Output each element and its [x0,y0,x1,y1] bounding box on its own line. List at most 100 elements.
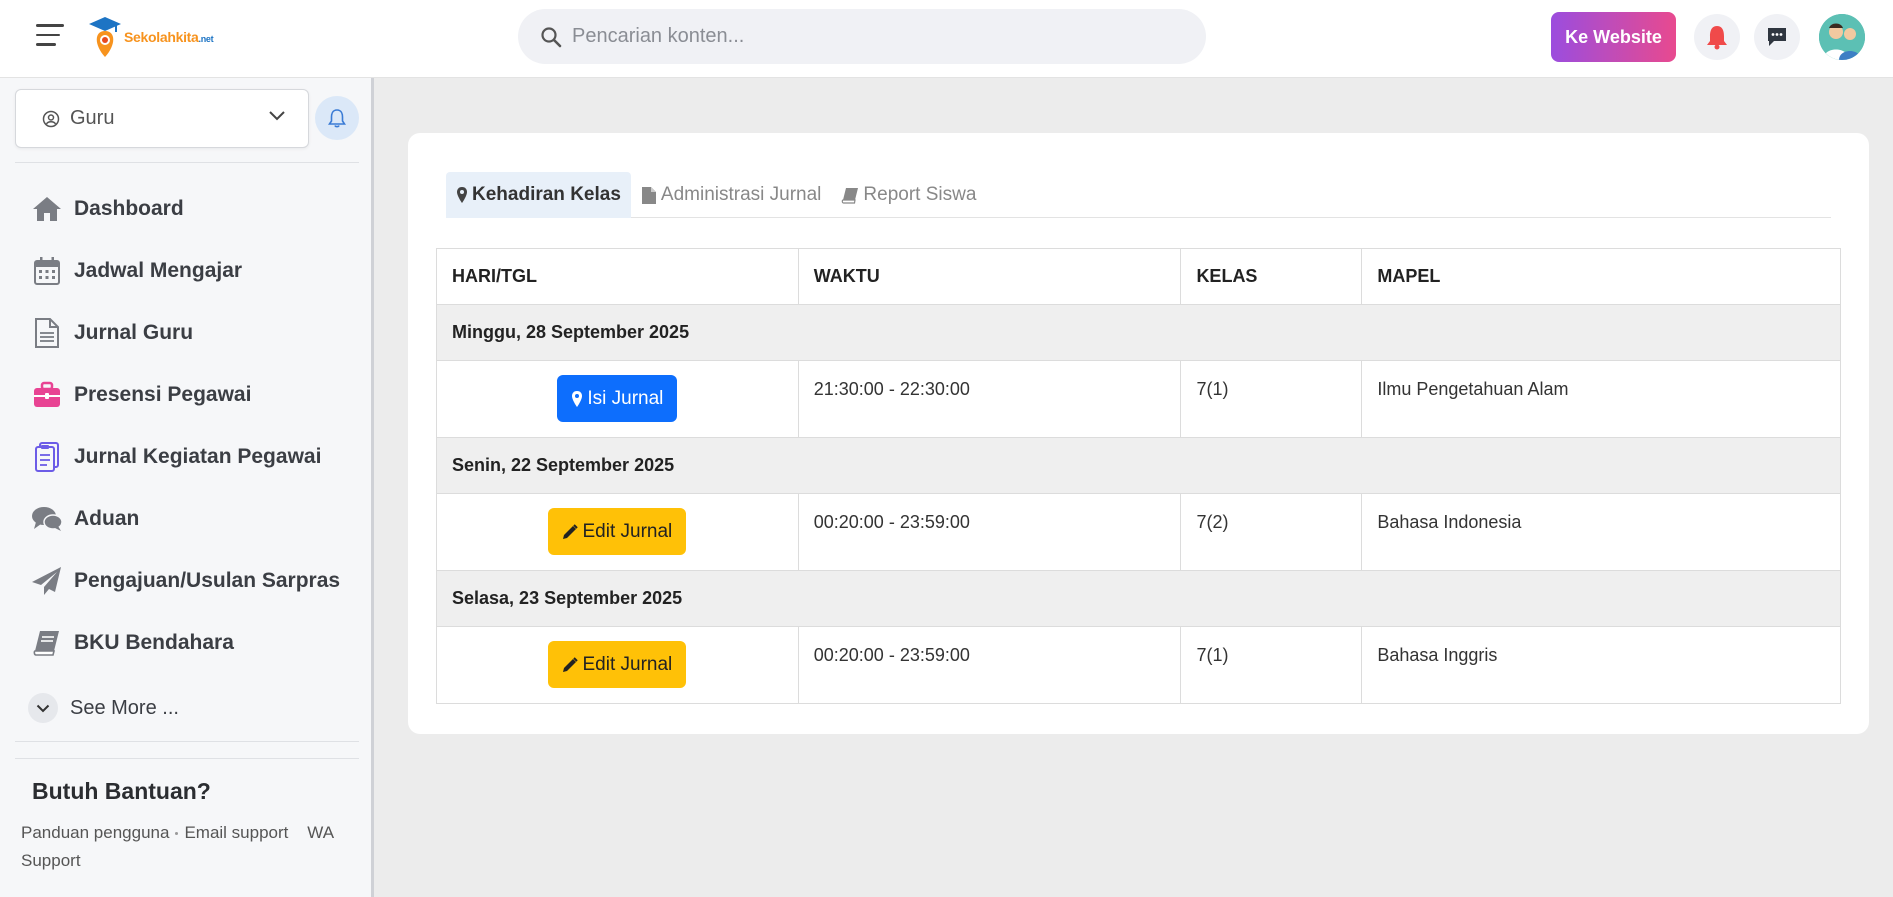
calendar-icon [30,254,64,288]
role-selector[interactable]: Guru [15,89,309,148]
date-group-row: Senin, 22 September 2025 [436,437,1841,494]
paper-plane-icon [30,564,64,598]
date-label: Senin, 22 September 2025 [436,437,1841,494]
bell-icon [1707,26,1727,50]
tab-label: Administrasi Jurnal [660,184,822,205]
book-icon [842,187,859,204]
sidebar-item-label: BKU Bendahara [74,631,234,654]
pencil-icon [563,656,579,672]
sidebar-item-label: Jadwal Mengajar [74,259,243,282]
separator-dot [175,832,179,836]
subject-cell: Ilmu Pengetahuan Alam [1361,360,1841,438]
chevron-down-icon [269,111,285,121]
sidebar-item-label: Dashboard [74,197,184,220]
user-circle-icon [42,110,60,127]
messages-button[interactable] [1754,14,1800,60]
tab-bar: Kehadiran Kelas Administrasi Jurnal Repo… [446,172,1831,218]
tab-administrasi-jurnal[interactable]: Administrasi Jurnal [631,172,832,218]
logo[interactable]: Sekolahkita.net [88,14,214,60]
isi-jurnal-button[interactable]: Isi Jurnal [557,375,678,422]
date-label: Minggu, 28 September 2025 [436,304,1841,361]
action-cell: Edit Jurnal [436,626,799,704]
sidebar-bell-button[interactable] [315,96,359,140]
file-icon [641,186,656,204]
date-label: Selasa, 23 September 2025 [436,570,1841,627]
edit-jurnal-button[interactable]: Edit Jurnal [548,641,687,688]
date-group-row: Selasa, 23 September 2025 [436,570,1841,627]
sidebar-item-label: Aduan [74,507,140,530]
pencil-icon [563,523,579,539]
top-bar: Sekolahkita.net Ke Website [0,0,1893,78]
document-icon [30,316,64,350]
tab-kehadiran-kelas[interactable]: Kehadiran Kelas [446,172,631,218]
class-cell: 7(1) [1180,626,1363,704]
button-label: Isi Jurnal [587,387,664,409]
tab-label: Kehadiran Kelas [472,184,621,205]
website-button[interactable]: Ke Website [1551,12,1676,62]
sidebar-item-label: Pengajuan/Usulan Sarpras [74,569,341,592]
sidebar-divider [15,162,359,163]
logo-text: Sekolahkita [124,29,199,45]
sidebar-item-label: Presensi Pegawai [74,383,252,406]
subject-cell: Bahasa Indonesia [1361,493,1841,571]
column-header: WAKTU [797,248,1182,305]
chevron-down-icon [28,693,58,723]
logo-suffix: .net [198,34,214,44]
sidebar-item-bku-bendahara[interactable]: BKU Bendahara [0,612,371,674]
bell-outline-icon [328,109,346,128]
help-link-guide[interactable]: Panduan pengguna [21,823,169,842]
search-icon [541,26,562,47]
edit-jurnal-button[interactable]: Edit Jurnal [548,508,687,555]
class-cell: 7(1) [1180,360,1363,438]
menu-toggle-icon[interactable] [36,24,64,50]
sidebar-item-dashboard[interactable]: Dashboard [0,178,371,240]
chat-icon [1768,28,1786,46]
tab-report-siswa[interactable]: Report Siswa [831,172,986,218]
sidebar-menu: Dashboard Jadwal Mengajar Jurnal Guru Pr… [0,178,371,674]
notification-button[interactable] [1694,14,1740,60]
content-card: Kehadiran Kelas Administrasi Jurnal Repo… [408,133,1869,734]
briefcase-icon [30,378,64,412]
class-cell: 7(2) [1180,493,1363,571]
book-icon [30,626,64,660]
sidebar-item-aduan[interactable]: Aduan [0,488,371,550]
action-cell: Isi Jurnal [436,360,799,438]
help-title: Butuh Bantuan? [32,778,211,804]
schedule-table: HARI/TGL WAKTU KELAS MAPEL Minggu, 28 Se… [436,248,1841,704]
table-header-row: HARI/TGL WAKTU KELAS MAPEL [436,248,1841,305]
sidebar-item-pengajuan-sarpras[interactable]: Pengajuan/Usulan Sarpras [0,550,371,612]
time-cell: 00:20:00 - 23:59:00 [797,493,1182,571]
search-input[interactable] [572,25,1172,48]
table-row: Edit Jurnal 00:20:00 - 23:59:00 7(2) Bah… [436,493,1841,571]
sidebar-divider [15,758,359,759]
user-avatar[interactable] [1819,14,1865,60]
sidebar-item-jadwal-mengajar[interactable]: Jadwal Mengajar [0,240,371,302]
sidebar: Guru Dashboard Jadwal Mengajar Jurnal Gu… [0,78,374,897]
table-row: Isi Jurnal 21:30:00 - 22:30:00 7(1) Ilmu… [436,360,1841,438]
sidebar-divider [15,741,359,742]
column-header: HARI/TGL [436,248,799,305]
search-bar[interactable] [518,9,1206,64]
sidebar-item-jurnal-kegiatan-pegawai[interactable]: Jurnal Kegiatan Pegawai [0,426,371,488]
column-header: MAPEL [1361,248,1841,305]
home-icon [30,192,64,226]
sidebar-item-label: Jurnal Kegiatan Pegawai [74,445,322,468]
table-row: Edit Jurnal 00:20:00 - 23:59:00 7(1) Bah… [436,626,1841,704]
sidebar-item-label: Jurnal Guru [74,321,194,344]
column-header: KELAS [1180,248,1363,305]
time-cell: 00:20:00 - 23:59:00 [797,626,1182,704]
chat-bubbles-icon [30,502,64,536]
sidebar-item-presensi-pegawai[interactable]: Presensi Pegawai [0,364,371,426]
see-more-button[interactable]: See More ... [28,693,179,723]
button-label: Edit Jurnal [582,653,673,675]
date-group-row: Minggu, 28 September 2025 [436,304,1841,361]
subject-cell: Bahasa Inggris [1361,626,1841,704]
map-marker-icon [457,187,467,203]
sidebar-item-jurnal-guru[interactable]: Jurnal Guru [0,302,371,364]
time-cell: 21:30:00 - 22:30:00 [797,360,1182,438]
action-cell: Edit Jurnal [436,493,799,571]
see-more-label: See More ... [70,696,179,719]
role-label: Guru [70,107,115,129]
help-links: Panduan pengguna Email support WA Support [21,819,361,875]
help-link-email[interactable]: Email support [184,823,288,842]
